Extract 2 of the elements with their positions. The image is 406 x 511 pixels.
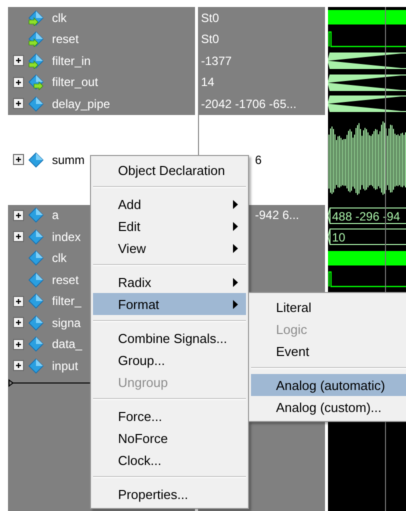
bus-value: 10 [332, 230, 346, 244]
bus-value: 488 -296 -94 [332, 209, 400, 223]
